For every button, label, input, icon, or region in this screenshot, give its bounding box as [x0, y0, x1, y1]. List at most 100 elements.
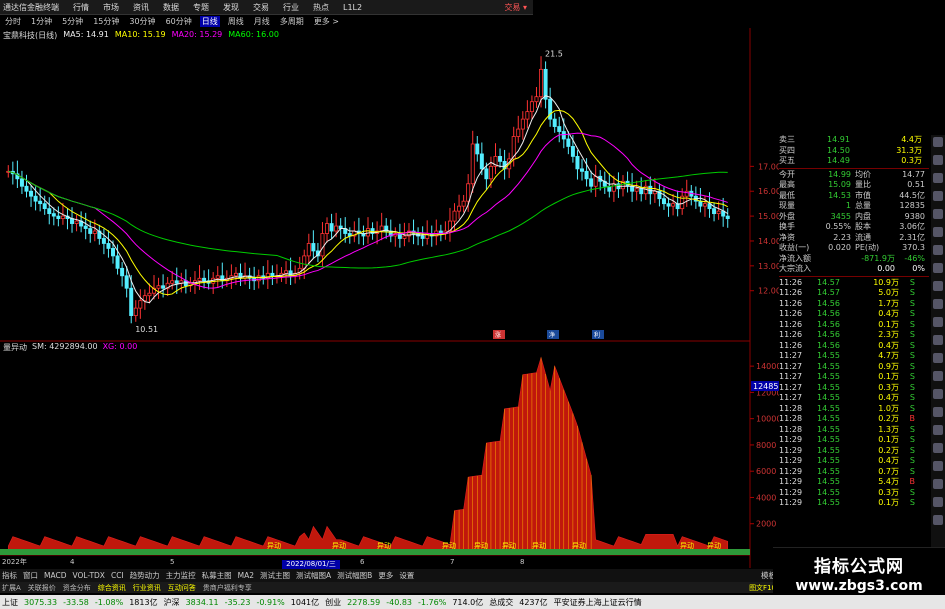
candle [498, 156, 503, 162]
tool-icon-18[interactable] [933, 443, 943, 453]
tool-icon-5[interactable] [933, 209, 943, 219]
stats-label-2: 总量 [855, 201, 871, 210]
tick-price: 14.56 [817, 330, 840, 339]
indicator-tab-6[interactable]: 主力监控 [166, 570, 196, 581]
period-tab-1[interactable]: 1分钟 [29, 16, 54, 27]
tick-row: 11:27 14.55 4.7万 S [779, 351, 929, 362]
info-tab-1[interactable]: 关联报价 [28, 583, 56, 593]
menu-item-1[interactable]: 行情 [73, 2, 89, 13]
tool-icon-16[interactable] [933, 407, 943, 417]
stats-value-2: 9380 [904, 211, 925, 221]
indicator-tab-2[interactable]: MACD [44, 571, 66, 580]
period-tab-9[interactable]: 多周期 [278, 16, 306, 27]
tool-icon-8[interactable] [933, 263, 943, 273]
tick-row: 11:28 14.55 1.3万 S [779, 425, 929, 436]
indicator-tab-4[interactable]: CCI [111, 571, 124, 580]
tool-icon-19[interactable] [933, 461, 943, 471]
tick-row: 11:27 14.55 0.9万 S [779, 362, 929, 373]
indicator-tab-9[interactable]: 测试主图 [260, 570, 290, 581]
tool-icon-6[interactable] [933, 227, 943, 237]
period-tab-3[interactable]: 15分钟 [91, 16, 121, 27]
period-tab-4[interactable]: 30分钟 [127, 16, 157, 27]
indicator-tab-1[interactable]: 窗口 [23, 570, 38, 581]
indicator-tab-5[interactable]: 趋势动力 [130, 570, 160, 581]
tick-price: 14.55 [817, 466, 840, 476]
indicator-tab-13[interactable]: 设置 [399, 570, 414, 581]
period-tab-8[interactable]: 月线 [252, 16, 272, 27]
tick-volume: 0.1万 [878, 435, 899, 444]
tool-icon-11[interactable] [933, 317, 943, 327]
indicator-tab-3[interactable]: VOL-TDX [72, 571, 104, 580]
candle [589, 178, 594, 187]
tool-icon-2[interactable] [933, 155, 943, 165]
stats-value-1: 2.23 [833, 232, 851, 242]
info-tab-3[interactable]: 综合资讯 [98, 583, 126, 593]
tool-icon-1[interactable] [933, 137, 943, 147]
info-tab-5[interactable]: 互动问答 [168, 583, 196, 593]
period-tab-2[interactable]: 5分钟 [60, 16, 85, 27]
stats-label-2: 量比 [855, 180, 871, 189]
stats-label-1: 最低 [779, 190, 795, 200]
menu-item-7[interactable]: 交易 [253, 2, 269, 13]
menu-item-10[interactable]: L1L2 [343, 3, 362, 12]
indicator-tab-12[interactable]: 更多 [378, 570, 393, 581]
trade-menu[interactable]: 交易 ▾ [504, 2, 527, 13]
indicator-tab-0[interactable]: 指标 [2, 570, 17, 581]
tool-icon-3[interactable] [933, 173, 943, 183]
menu-item-4[interactable]: 数据 [163, 2, 179, 13]
hs-amount: 1041亿 [290, 597, 320, 607]
tick-time: 11:27 [779, 351, 803, 360]
stats-value-1: 0.020 [828, 243, 851, 252]
menu-item-5[interactable]: 专题 [193, 2, 209, 13]
signal-label: 异动 [572, 541, 586, 550]
tool-icon-20[interactable] [933, 479, 943, 489]
period-tab-10[interactable]: 更多 > [312, 16, 341, 27]
tick-volume: 1.7万 [878, 298, 899, 308]
info-tab-0[interactable]: 扩展A [2, 583, 21, 593]
signal-label: 异动 [267, 541, 281, 550]
menu-item-2[interactable]: 市场 [103, 2, 119, 13]
indicator-tab-8[interactable]: MA2 [238, 571, 254, 580]
period-tab-5[interactable]: 60分钟 [164, 16, 194, 27]
candle [561, 131, 566, 140]
candle [466, 183, 471, 202]
tick-row: 11:26 14.56 1.7万 S [779, 299, 929, 310]
tick-volume: 1.0万 [878, 403, 899, 413]
menu-item-6[interactable]: 发现 [223, 2, 239, 13]
tool-icon-22[interactable] [933, 515, 943, 525]
info-tab-4[interactable]: 行业资讯 [133, 583, 161, 593]
tool-icon-17[interactable] [933, 425, 943, 435]
flow-row: 净流入额 -871.9万 -46% [779, 254, 929, 265]
candle [47, 208, 52, 215]
indicator-tab-11[interactable]: 测试幅图B [337, 570, 372, 581]
tool-icon-9[interactable] [933, 281, 943, 291]
period-tab-6[interactable]: 日线 [199, 16, 220, 27]
menu-item-0[interactable]: 通达信金融终端 [3, 2, 59, 13]
info-tab-2[interactable]: 资金分布 [63, 583, 91, 593]
indicator-name: 量异动 [3, 343, 27, 352]
tool-icon-12[interactable] [933, 335, 943, 345]
indicator-tab-10[interactable]: 测试幅图A [296, 570, 331, 581]
menu-item-3[interactable]: 资讯 [133, 2, 149, 13]
tool-icon-15[interactable] [933, 389, 943, 399]
period-tab-7[interactable]: 周线 [226, 16, 246, 27]
stats-value-2: 14.77 [902, 169, 925, 179]
period-tab-0[interactable]: 分时 [3, 16, 23, 27]
candle [270, 272, 275, 277]
tool-icon-13[interactable] [933, 353, 943, 363]
candle [174, 280, 179, 284]
indicator-tab-7[interactable]: 私募主图 [202, 570, 232, 581]
tool-icon-4[interactable] [933, 191, 943, 201]
info-tab-6[interactable]: 贵商户福利专享 [203, 583, 252, 593]
tool-icon-10[interactable] [933, 299, 943, 309]
event-marker-label: 利 [594, 331, 600, 339]
menu-item-8[interactable]: 行业 [283, 2, 299, 13]
menu-item-9[interactable]: 热点 [313, 2, 329, 13]
tick-volume: 0.9万 [878, 361, 899, 371]
stats-row: 现量 1 总量 12835 [779, 201, 929, 212]
candle [74, 220, 79, 224]
tick-price: 14.55 [817, 456, 840, 465]
tool-icon-14[interactable] [933, 371, 943, 381]
tool-icon-7[interactable] [933, 245, 943, 255]
tool-icon-21[interactable] [933, 497, 943, 507]
